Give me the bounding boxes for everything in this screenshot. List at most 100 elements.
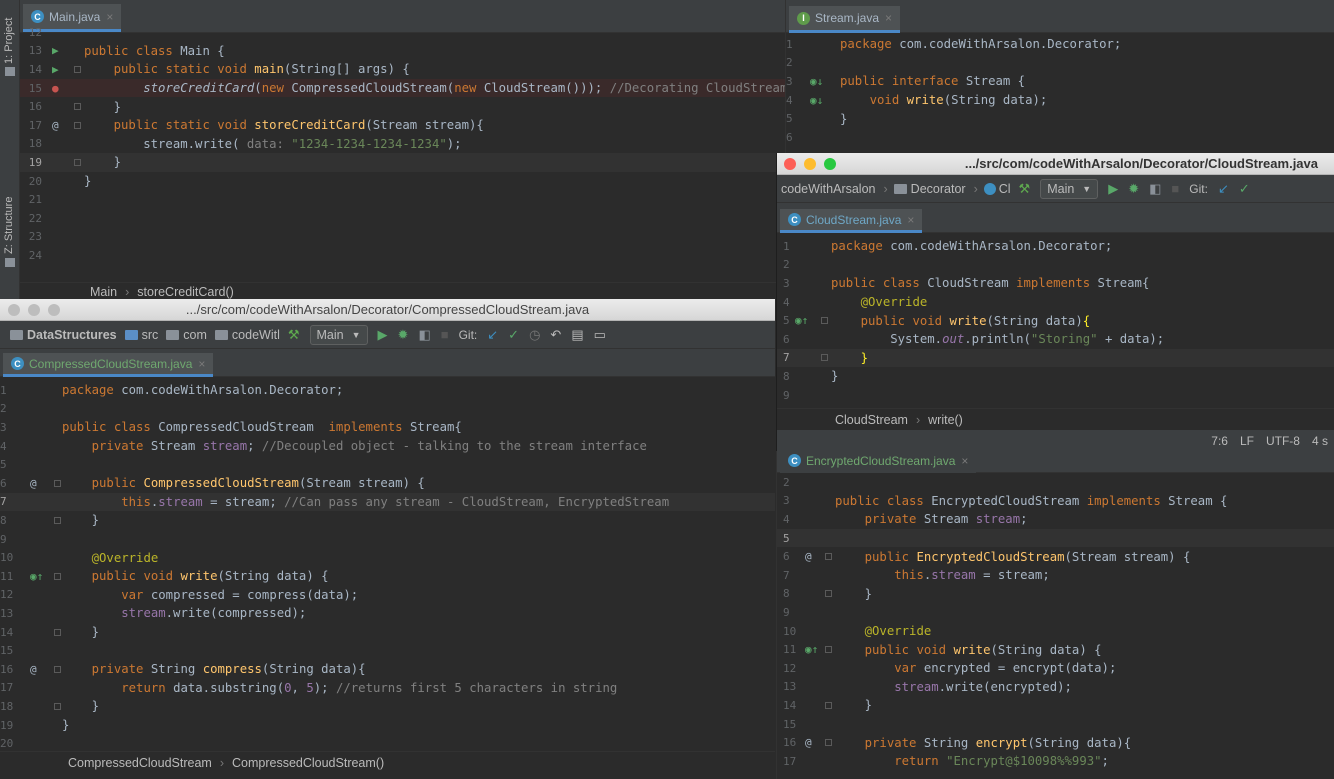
nav-src[interactable]: src — [124, 328, 158, 342]
tab-compressed-java[interactable]: C CompressedCloudStream.java × — [3, 353, 214, 377]
code-line[interactable]: 5 ◉↑ public void write(String data){ — [777, 311, 1334, 330]
encrypted-code-area[interactable]: 2 3 public class EncryptedCloudStream impl… — [777, 473, 1334, 779]
code-line[interactable]: 5 — [777, 528, 1334, 548]
fold-marker-icon[interactable] — [54, 572, 61, 580]
git-update-icon[interactable]: ↙ — [1218, 181, 1229, 197]
code-line[interactable]: 18 } — [0, 697, 775, 716]
fold-marker-icon[interactable] — [54, 665, 61, 673]
code-line[interactable]: 3 public class CompressedCloudStream impl… — [0, 418, 775, 437]
overrides-gutter-icon[interactable]: ◉↑ — [805, 643, 818, 656]
stream-code-area[interactable]: 1 package com.codeWithArsalon.Decorator; 2… — [786, 35, 1334, 155]
debug-icon[interactable]: ✹ — [1128, 181, 1139, 197]
close-window-button[interactable] — [8, 304, 20, 316]
breadcrumb-class[interactable]: CloudStream — [835, 413, 908, 427]
minimize-window-button[interactable] — [804, 158, 816, 170]
tab-cloud-java[interactable]: C CloudStream.java × — [780, 209, 923, 233]
code-line[interactable]: 24 — [20, 246, 785, 265]
build-hammer-icon[interactable]: ⚒ — [288, 327, 300, 343]
fold-marker-icon[interactable] — [825, 646, 832, 654]
code-line[interactable]: 3 ◉↓ public interface Stream { — [786, 72, 1334, 91]
git-commit-icon[interactable]: ✓ — [508, 327, 519, 343]
git-update-icon[interactable]: ↙ — [487, 327, 498, 343]
code-line[interactable]: 7 } — [777, 348, 1334, 368]
nav-com[interactable]: com — [166, 328, 207, 342]
code-line[interactable]: 15 — [777, 715, 1334, 734]
code-line[interactable]: 13 stream.write(compressed); — [0, 604, 775, 623]
code-line[interactable]: 3 public class EncryptedCloudStream imple… — [777, 492, 1334, 511]
cloud-code-area[interactable]: 1 package com.codeWithArsalon.Decorator; 2… — [777, 237, 1334, 407]
breadcrumb-method[interactable]: write() — [928, 413, 963, 427]
nav-project[interactable]: DataStructures — [10, 328, 117, 342]
code-line[interactable]: 14 ▶ public static void main(String[] arg… — [20, 60, 785, 79]
code-line[interactable]: 1 package com.codeWithArsalon.Decorator; — [786, 35, 1334, 54]
stop-icon[interactable]: ■ — [441, 327, 449, 342]
fold-marker-icon[interactable] — [821, 354, 828, 362]
code-line[interactable]: 2 — [777, 473, 1334, 492]
code-line[interactable]: 8 } — [0, 511, 775, 530]
code-line[interactable]: 2 — [0, 400, 775, 419]
fold-marker-icon[interactable] — [74, 103, 81, 111]
close-icon[interactable]: × — [961, 454, 968, 468]
nav-package[interactable]: codeWithArsalon — [781, 182, 876, 196]
run-gutter-icon[interactable]: ▶ — [52, 44, 59, 57]
close-icon[interactable]: × — [885, 11, 892, 25]
annotation-gutter-icon[interactable]: @ — [30, 663, 37, 676]
coverage-icon[interactable]: ◧ — [1149, 181, 1161, 197]
code-line[interactable]: 19} — [0, 716, 775, 735]
fold-marker-icon[interactable] — [54, 479, 61, 487]
code-line[interactable]: 9 — [777, 603, 1334, 622]
code-line[interactable]: 17 @ public static void storeCreditCard(S… — [20, 116, 785, 135]
fold-marker-icon[interactable] — [821, 317, 828, 325]
code-line[interactable]: 6 — [786, 128, 1334, 147]
code-line[interactable]: 3 public class CloudStream implements Str… — [777, 274, 1334, 293]
indent-setting[interactable]: 4 s — [1312, 434, 1328, 448]
layout-icon[interactable]: ▭ — [594, 327, 606, 343]
code-line[interactable]: 2 — [777, 256, 1334, 275]
code-line[interactable]: 21 — [20, 190, 785, 209]
breadcrumb-class[interactable]: CompressedCloudStream — [68, 756, 212, 770]
annotation-gutter-icon[interactable]: @ — [30, 477, 37, 490]
structure-icon[interactable] — [5, 258, 15, 267]
breadcrumb-method[interactable]: storeCreditCard() — [137, 285, 234, 299]
code-line[interactable]: 14 } — [777, 696, 1334, 715]
breakpoint-icon[interactable]: ● — [52, 82, 59, 95]
run-gutter-icon[interactable]: ▶ — [52, 63, 59, 76]
nav-package[interactable]: codeWitl — [214, 328, 280, 342]
caret-position[interactable]: 7:6 — [1211, 434, 1228, 448]
run-config-dropdown[interactable]: Main ▼ — [1040, 178, 1099, 199]
implemented-gutter-icon[interactable]: ◉↓ — [810, 75, 823, 88]
code-line[interactable]: 7 this.stream = stream; — [777, 566, 1334, 585]
code-line[interactable]: 18 stream.write( data: "1234-1234-1234-1… — [20, 135, 785, 154]
run-icon[interactable]: ▶ — [378, 327, 388, 343]
minimize-window-button[interactable] — [28, 304, 40, 316]
line-separator[interactable]: LF — [1240, 434, 1254, 448]
cloud-titlebar[interactable]: .../src/com/codeWithArsalon/Decorator/Cl… — [777, 153, 1334, 175]
code-line[interactable]: 16 @ private String encrypt(String data){ — [777, 733, 1334, 752]
fold-marker-icon[interactable] — [825, 590, 832, 598]
code-line[interactable]: 2 — [786, 54, 1334, 73]
nav-class[interactable]: Cl — [983, 182, 1011, 196]
close-icon[interactable]: × — [198, 357, 205, 371]
code-line[interactable]: 11 ◉↑ public void write(String data) { — [777, 640, 1334, 659]
zoom-window-button[interactable] — [824, 158, 836, 170]
code-line[interactable]: 8} — [777, 367, 1334, 386]
code-line[interactable]: 6 @ public CompressedCloudStream(Stream s… — [0, 474, 775, 493]
overrides-gutter-icon[interactable]: ◉↑ — [795, 314, 808, 327]
code-line[interactable]: 15 — [0, 641, 775, 660]
fold-marker-icon[interactable] — [74, 65, 81, 73]
annotation-gutter-icon[interactable]: @ — [52, 119, 59, 132]
close-icon[interactable]: × — [907, 213, 914, 227]
code-line[interactable]: 10 @Override — [777, 622, 1334, 641]
fold-marker-icon[interactable] — [74, 158, 81, 166]
fold-marker-icon[interactable] — [74, 121, 81, 129]
run-icon[interactable]: ▶ — [1108, 181, 1118, 197]
code-line[interactable]: 1 package com.codeWithArsalon.Decorator; — [0, 381, 775, 400]
close-window-button[interactable] — [784, 158, 796, 170]
code-line[interactable]: 6 @ public EncryptedCloudStream(Stream st… — [777, 547, 1334, 566]
code-line[interactable]: 14 } — [0, 623, 775, 642]
code-line[interactable]: 5} — [786, 109, 1334, 128]
breadcrumb-method[interactable]: CompressedCloudStream() — [232, 756, 384, 770]
fold-marker-icon[interactable] — [825, 553, 832, 561]
code-line[interactable]: 12 var encrypted = encrypt(data); — [777, 659, 1334, 678]
code-line[interactable]: 20} — [20, 172, 785, 191]
